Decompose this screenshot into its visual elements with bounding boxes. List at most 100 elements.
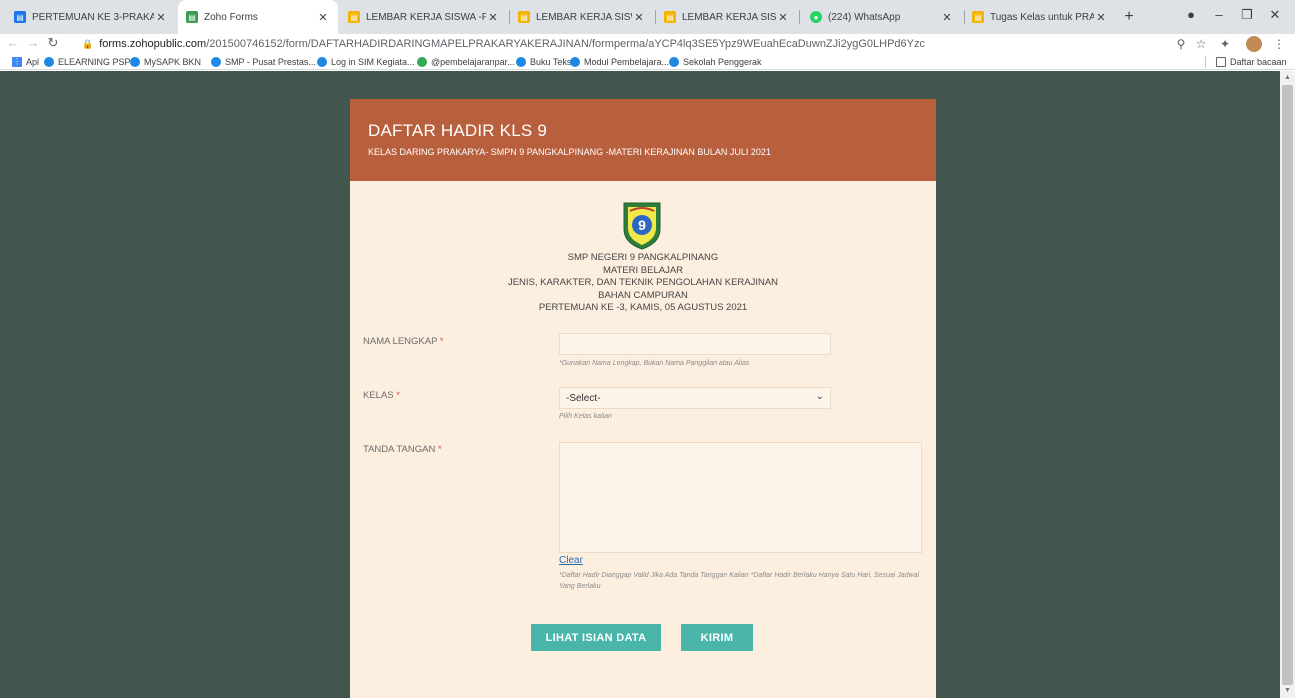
tab-lembar-kerja-2[interactable]: ▤ LEMBAR KERJA SISWA-PERTEMU ✕ (510, 0, 654, 34)
kelas-select[interactable]: -Select- ⌄ (559, 387, 831, 409)
restore-icon[interactable]: ❐ (1232, 0, 1262, 34)
url-host: forms.zohopublic.com (99, 38, 207, 50)
intro-line: SMP NEGERI 9 PANGKALPINANG (567, 252, 719, 263)
new-tab-plus-icon[interactable]: + (1118, 6, 1140, 28)
bookmark-sekolah-penggerak[interactable]: Sekolah Penggerak (669, 55, 762, 69)
slides-icon: ▤ (664, 11, 676, 23)
bookmark-label: Sekolah Penggerak (683, 57, 762, 67)
extensions-puzzle-icon[interactable]: ✦ (1216, 34, 1234, 54)
tab-tugas-kelas-label[interactable]: ▤ Tugas Kelas untuk PRAKARYA KE ✕ (964, 0, 1116, 34)
zoom-icon[interactable]: ⚲ (1172, 34, 1190, 54)
bookmark-buku-teks[interactable]: Buku Teks (516, 55, 571, 69)
bookmark-sim[interactable]: Log in SIM Kegiata... (317, 55, 415, 69)
kelas-label: KELAS * (363, 390, 400, 401)
tab-pertemuan[interactable]: ▤ PERTEMUAN KE 3-PRAKARYA ✕ (6, 0, 176, 34)
bookmark-elearning[interactable]: ELEARNING PSP (44, 55, 131, 69)
form-title: DAFTAR HADIR KLS 9 (368, 121, 547, 140)
tab-separator (799, 10, 800, 24)
globe-icon (669, 57, 679, 67)
label-text: TANDA TANGAN (363, 444, 436, 455)
tab-title: LEMBAR KERJA SISWA -PERTEMU (366, 11, 486, 23)
label-text: NAMA LENGKAP (363, 336, 438, 347)
bookmark-label: Apl (26, 57, 40, 67)
tab-title: Tugas Kelas untuk PRAKARYA KE (990, 11, 1094, 23)
tab-lembar-kerja-1[interactable]: ▤ LEMBAR KERJA SISWA -PERTEMU ✕ (340, 0, 508, 34)
slides-icon: ▤ (972, 11, 984, 23)
globe-icon (570, 57, 580, 67)
bookmark-separator (1205, 56, 1206, 68)
reload-icon[interactable]: ↻ (44, 34, 62, 54)
close-icon[interactable]: ✕ (940, 11, 954, 24)
globe-icon (44, 57, 54, 67)
browser-toolbar: ← → ↻ 🔒 forms.zohopublic.com /2015007461… (0, 34, 1295, 54)
intro-line: MATERI BELAJAR (602, 264, 684, 276)
tab-strip: ▤ PERTEMUAN KE 3-PRAKARYA ✕ ▤ Zoho Forms… (0, 0, 1295, 34)
bookmark-apl[interactable]: ⋮ Apl (12, 55, 39, 69)
bookmark-modul[interactable]: Modul Pembelajara... (570, 55, 669, 69)
close-icon[interactable]: ✕ (632, 11, 646, 24)
address-bar[interactable]: 🔒 forms.zohopublic.com /201500746152/for… (82, 35, 1222, 53)
bookmark-smp-pusat[interactable]: SMP - Pusat Prestas... (211, 55, 316, 69)
tab-title: (224) WhatsApp (828, 11, 901, 23)
globe-icon (317, 57, 327, 67)
reading-list-label: Daftar bacaan (1230, 57, 1287, 67)
close-icon[interactable]: ✕ (776, 11, 790, 24)
required-mark: * (396, 390, 400, 401)
nama-lengkap-hint: *Gunakan Nama Lengkap, Bukan Nama Panggi… (559, 360, 750, 367)
close-icon[interactable]: ✕ (1094, 11, 1108, 24)
scrollbar-thumb[interactable] (1282, 85, 1293, 685)
bookmark-label: @pembelajaranpar... (431, 57, 515, 67)
close-icon[interactable]: ✕ (486, 11, 500, 24)
reading-list-button[interactable]: Daftar bacaan (1216, 55, 1287, 69)
slides-icon: ▤ (14, 11, 26, 23)
globe-icon (516, 57, 526, 67)
required-mark: * (439, 336, 444, 347)
bookmark-label: MySAPK BKN (144, 57, 202, 67)
leaf-icon (417, 57, 427, 67)
profile-circle-icon[interactable]: ● (1176, 0, 1206, 34)
page-scrollbar[interactable]: ▲ ▼ (1280, 71, 1295, 698)
label-text: KELAS (363, 390, 394, 401)
globe-icon (211, 57, 221, 67)
lock-icon: 🔒 (82, 38, 94, 49)
bookmark-pembelajaran[interactable]: @pembelajaranpar... (417, 55, 515, 69)
nama-lengkap-input[interactable] (559, 333, 831, 355)
submit-button[interactable]: KIRIM (681, 624, 753, 651)
tab-zoho-forms[interactable]: ▤ Zoho Forms ✕ (178, 0, 338, 34)
url-path: /201500746152/form/DAFTARHADIRDARINGMAPE… (206, 38, 925, 50)
close-icon[interactable]: ✕ (154, 11, 168, 24)
required-mark: * (437, 444, 442, 455)
bookmark-label: SMP - Pusat Prestas... (225, 57, 316, 67)
nama-lengkap-label: NAMA LENGKAP * (363, 336, 444, 347)
scroll-down-arrow-icon[interactable]: ▼ (1280, 685, 1295, 697)
form-subtitle: KELAS DARING PRAKARYA- SMPN 9 PANGKALPIN… (368, 147, 771, 157)
bookmarks-bar: ⋮ Apl ELEARNING PSP MySAPK BKN SMP - Pus… (0, 54, 1295, 70)
window-close-icon[interactable]: ✕ (1260, 0, 1290, 34)
minimize-icon[interactable]: – (1204, 0, 1234, 34)
forward-arrow-icon[interactable]: → (24, 34, 42, 54)
form-header: DAFTAR HADIR KLS 9 KELAS DARING PRAKARYA… (350, 99, 936, 181)
bookmark-mysapk[interactable]: MySAPK BKN (130, 55, 201, 69)
scroll-up-arrow-icon[interactable]: ▲ (1280, 72, 1295, 84)
bookmark-label: ELEARNING PSP (58, 57, 131, 67)
close-icon[interactable]: ✕ (316, 11, 330, 24)
tab-title: PERTEMUAN KE 3-PRAKARYA (32, 11, 154, 23)
tab-lembar-kerja-3[interactable]: ▤ LEMBAR KERJA SISWA-PERTEMU ✕ (656, 0, 798, 34)
signature-note: *Daftar Hadir Dianggap Valid Jika Ada Ta… (559, 572, 920, 590)
star-icon[interactable]: ☆ (1192, 34, 1210, 54)
signature-pad[interactable] (559, 442, 922, 553)
clear-signature-link[interactable]: Clear (559, 555, 583, 566)
reading-list-icon (1216, 57, 1226, 67)
tab-whatsapp[interactable]: ● (224) WhatsApp ✕ (802, 0, 962, 34)
chevron-down-icon: ⌄ (815, 391, 824, 402)
more-menu-icon[interactable]: ⋮ (1270, 34, 1288, 54)
back-arrow-icon[interactable]: ← (4, 34, 22, 54)
attendance-form: DAFTAR HADIR KLS 9 KELAS DARING PRAKARYA… (350, 99, 936, 698)
bookmark-label: Buku Teks (530, 57, 572, 67)
school-logo: 9 (623, 202, 661, 250)
view-data-button[interactable]: LIHAT ISIAN DATA (531, 624, 661, 651)
bookmark-label: Modul Pembelajara... (584, 57, 670, 67)
profile-avatar[interactable] (1246, 36, 1262, 52)
tab-title: LEMBAR KERJA SISWA-PERTEMU (536, 11, 632, 23)
slides-icon: ▤ (518, 11, 530, 23)
